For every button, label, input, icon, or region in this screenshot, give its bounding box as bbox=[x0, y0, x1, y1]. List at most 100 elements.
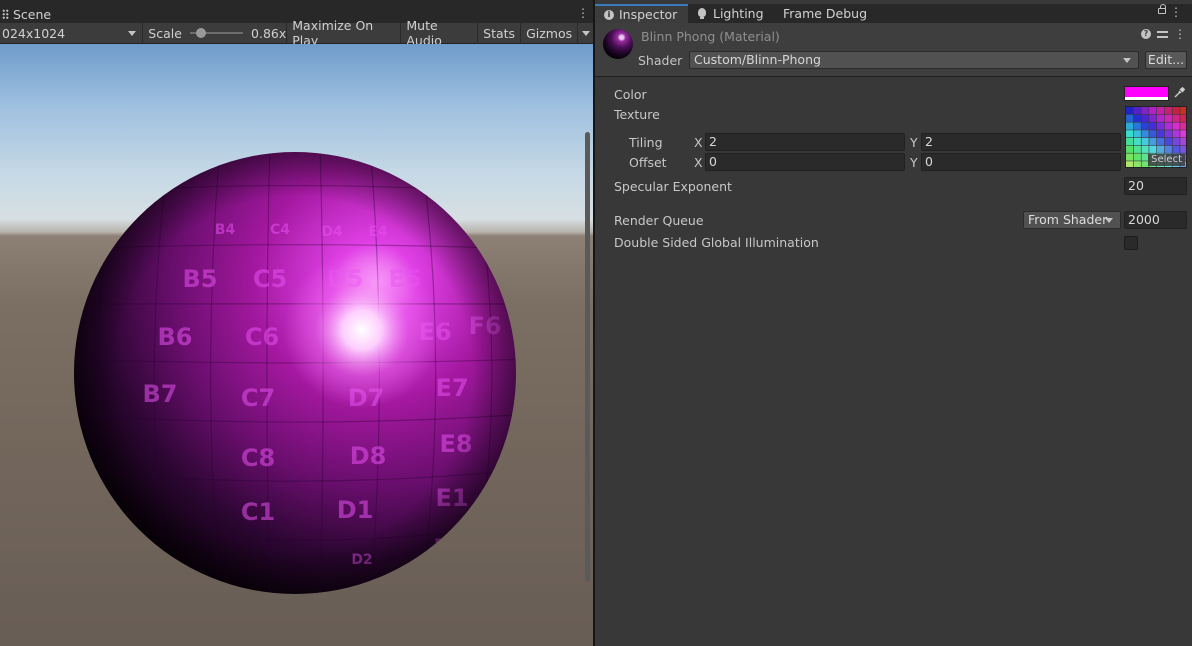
texture-cell bbox=[1164, 114, 1172, 122]
texture-cell bbox=[1180, 122, 1186, 130]
scene-scrollbar[interactable] bbox=[585, 132, 590, 582]
mute-audio-button[interactable]: Mute Audio bbox=[401, 18, 479, 48]
texture-cell bbox=[1172, 130, 1180, 138]
edit-shader-button[interactable]: Edit... bbox=[1145, 51, 1187, 69]
resolution-label: 024x1024 bbox=[2, 25, 66, 41]
offset-y-axis-label: Y bbox=[910, 155, 918, 170]
texture-cell bbox=[1141, 114, 1149, 122]
texture-cell bbox=[1157, 145, 1165, 153]
presets-icon[interactable] bbox=[1157, 29, 1168, 39]
texture-cell bbox=[1157, 138, 1165, 146]
material-preview-sphere bbox=[603, 29, 633, 59]
chevron-down-icon bbox=[1105, 218, 1113, 223]
texture-cell bbox=[1126, 114, 1134, 122]
chevron-down-icon bbox=[128, 30, 137, 36]
double-sided-gi-checkbox[interactable] bbox=[1124, 236, 1138, 250]
texture-cell bbox=[1126, 145, 1134, 153]
texture-cell bbox=[1133, 130, 1141, 138]
offset-y-field[interactable]: 0 bbox=[921, 153, 1121, 171]
texture-cell bbox=[1164, 107, 1172, 115]
lock-icon[interactable] bbox=[1158, 4, 1166, 14]
texture-cell bbox=[1149, 114, 1157, 122]
context-menu-icon[interactable]: ⋮ bbox=[1174, 28, 1186, 40]
texture-cell bbox=[1157, 114, 1165, 122]
maximize-on-play-button[interactable]: Maximize On Play bbox=[287, 18, 402, 48]
tab-frame-debug[interactable]: Frame Debug bbox=[783, 4, 867, 23]
scale-slider-thumb[interactable] bbox=[196, 28, 207, 38]
texture-cell bbox=[1180, 145, 1186, 153]
tab-lighting[interactable]: Lighting bbox=[698, 4, 764, 23]
gizmos-button[interactable]: Gizmos bbox=[521, 22, 579, 44]
texture-cell bbox=[1180, 130, 1186, 138]
tab-lighting-label: Lighting bbox=[713, 6, 764, 21]
scale-value: 0.86x bbox=[251, 25, 287, 41]
texture-cell bbox=[1133, 114, 1141, 122]
scene-window: Scene ⋮ 024x1024 Scale 0.86x Maximize On… bbox=[0, 0, 593, 646]
texture-cell bbox=[1141, 107, 1149, 115]
scene-grid-icon bbox=[2, 9, 9, 19]
texture-cell bbox=[1133, 161, 1141, 167]
texture-cell bbox=[1149, 138, 1157, 146]
render-queue-field[interactable]: 2000 bbox=[1124, 211, 1187, 229]
shader-value: Custom/Blinn-Phong bbox=[694, 52, 821, 67]
eyedropper-icon[interactable] bbox=[1173, 87, 1185, 99]
offset-label: Offset bbox=[629, 155, 667, 170]
tab-inspector[interactable]: i Inspector bbox=[595, 4, 688, 23]
texture-cell bbox=[1157, 107, 1165, 115]
texture-grid-line bbox=[520, 144, 548, 604]
texture-label: Texture bbox=[614, 107, 660, 122]
texture-cell bbox=[1133, 145, 1141, 153]
texture-cell bbox=[1172, 122, 1180, 130]
specular-exponent-label: Specular Exponent bbox=[614, 179, 732, 194]
texture-cell bbox=[1149, 107, 1157, 115]
texture-cell bbox=[1126, 107, 1134, 115]
texture-cell bbox=[1180, 138, 1186, 146]
scene-viewport[interactable]: B5C5D5E5B6C6E6F6B7C7D7E7C8D8E8C1D1E1D2E2… bbox=[0, 44, 593, 646]
tiling-x-field[interactable]: 2 bbox=[705, 133, 905, 151]
texture-cell bbox=[1126, 161, 1134, 167]
scene-pane-menu-icon[interactable]: ⋮ bbox=[577, 6, 589, 20]
tab-inspector-label: Inspector bbox=[619, 7, 678, 22]
texture-cell bbox=[1180, 107, 1186, 115]
texture-cell bbox=[1133, 122, 1141, 130]
header-icons: ? ⋮ bbox=[1141, 28, 1186, 40]
texture-thumbnail[interactable]: Select bbox=[1125, 106, 1187, 168]
double-sided-gi-label: Double Sided Global Illumination bbox=[614, 235, 819, 250]
scale-slider[interactable] bbox=[189, 28, 244, 38]
help-icon[interactable]: ? bbox=[1141, 29, 1151, 39]
gizmos-dropdown-arrow[interactable] bbox=[578, 23, 593, 44]
inspector-menu-icon[interactable]: ⋮ bbox=[1170, 5, 1182, 19]
lightbulb-icon bbox=[698, 8, 706, 19]
tiling-label: Tiling bbox=[629, 135, 663, 150]
resolution-dropdown[interactable]: 024x1024 bbox=[0, 22, 144, 44]
shader-label: Shader bbox=[638, 53, 683, 68]
texture-cell bbox=[1172, 107, 1180, 115]
stats-button[interactable]: Stats bbox=[478, 22, 522, 44]
material-header: Blinn Phong (Material) ? ⋮ Shader Custom… bbox=[595, 23, 1192, 77]
texture-cell bbox=[1126, 130, 1134, 138]
render-queue-mode: From Shader bbox=[1028, 212, 1108, 227]
color-swatch[interactable] bbox=[1124, 86, 1169, 101]
tiling-y-axis-label: Y bbox=[910, 135, 918, 150]
offset-x-axis-label: X bbox=[694, 155, 703, 170]
texture-cell bbox=[1172, 114, 1180, 122]
texture-cell bbox=[1164, 138, 1172, 146]
texture-cell bbox=[1164, 122, 1172, 130]
texture-cell bbox=[1126, 153, 1134, 161]
render-queue-dropdown[interactable]: From Shader bbox=[1023, 211, 1121, 229]
specular-exponent-field[interactable]: 20 bbox=[1124, 177, 1187, 195]
tiling-y-field[interactable]: 2 bbox=[921, 133, 1121, 151]
texture-cell bbox=[1157, 122, 1165, 130]
shader-dropdown[interactable]: Custom/Blinn-Phong bbox=[689, 51, 1139, 69]
texture-cell bbox=[1133, 107, 1141, 115]
offset-x-field[interactable]: 0 bbox=[705, 153, 905, 171]
texture-select-button[interactable]: Select bbox=[1148, 154, 1185, 166]
inspector-tab-bar: i Inspector Lighting Frame Debug ⋮ bbox=[595, 4, 1192, 23]
info-icon: i bbox=[604, 9, 614, 20]
sphere-render: B5C5D5E5B6C6E6F6B7C7D7E7C8D8E8C1D1E1D2E2… bbox=[74, 144, 548, 604]
tiling-x-axis-label: X bbox=[694, 135, 703, 150]
texture-cell bbox=[1172, 138, 1180, 146]
tab-scene[interactable]: Scene bbox=[0, 4, 57, 24]
scene-tab-label: Scene bbox=[13, 6, 52, 22]
texture-cell bbox=[1141, 138, 1149, 146]
